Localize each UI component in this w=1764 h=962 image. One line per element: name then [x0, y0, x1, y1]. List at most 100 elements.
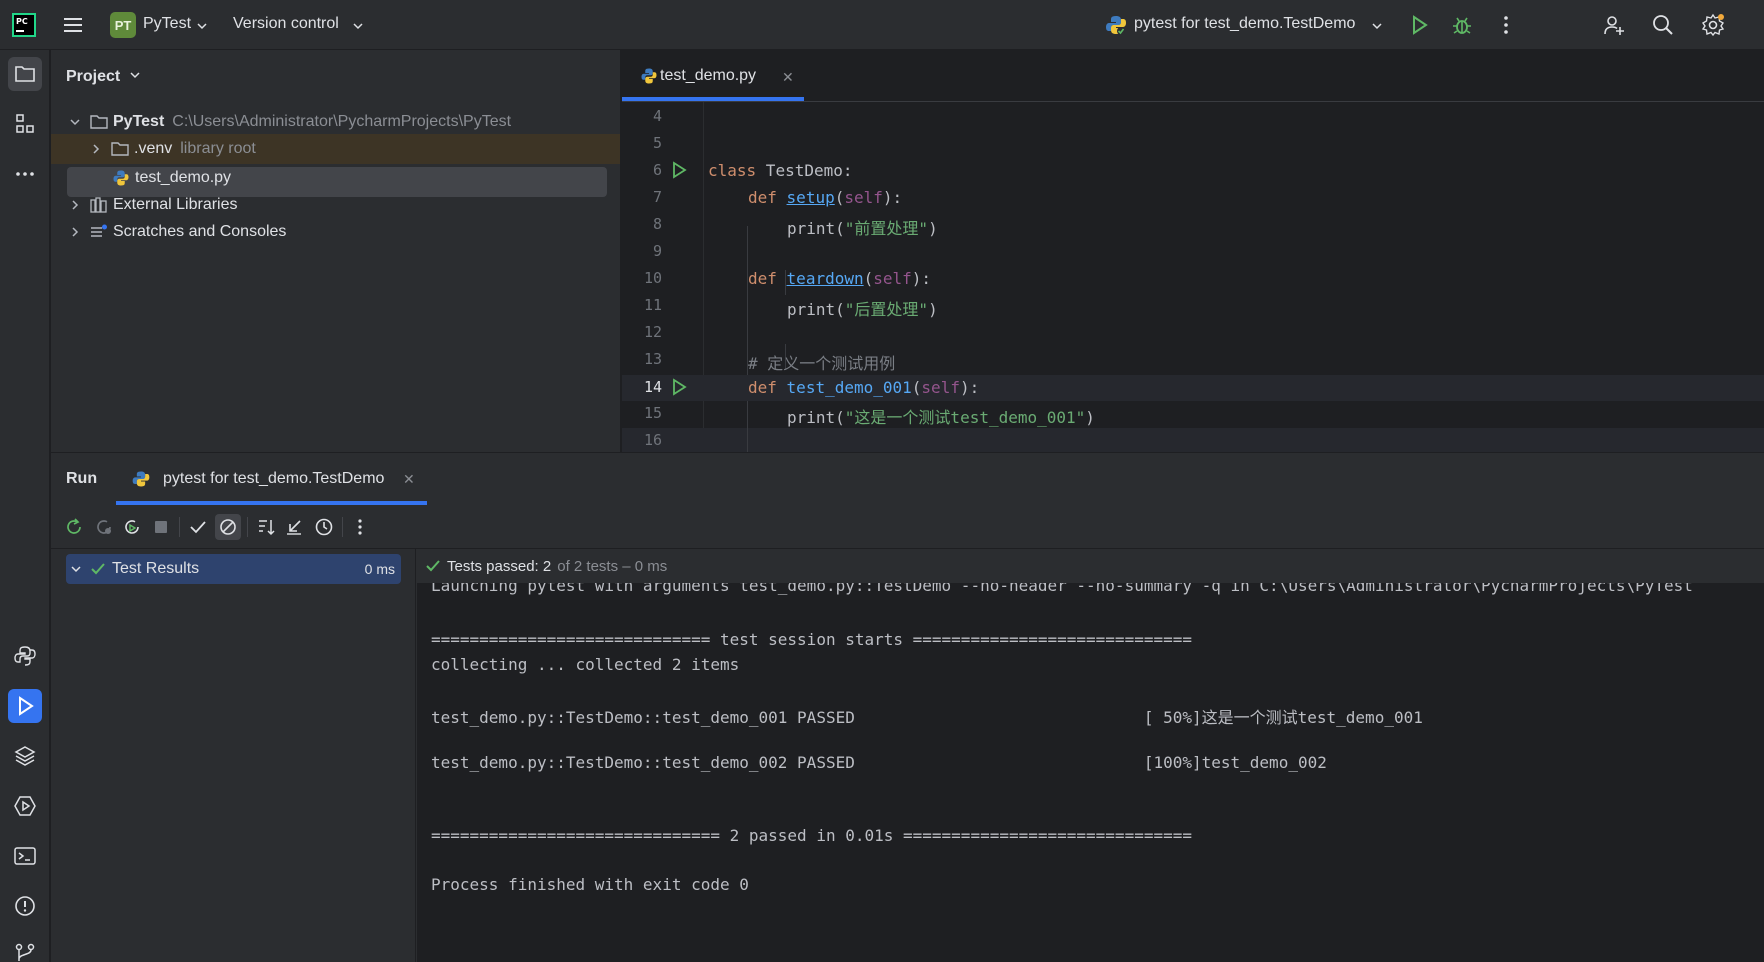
chevron-down-icon[interactable] — [196, 20, 208, 32]
run-console[interactable]: Tests passed: 2 of 2 tests – 0 ms Launch… — [417, 549, 1764, 962]
test-results-root[interactable]: Test Results 0 ms — [66, 554, 401, 584]
folder-icon — [110, 139, 130, 159]
chevron-down-icon[interactable] — [352, 20, 364, 32]
code-line[interactable]: 7 def setup(self): — [622, 188, 1764, 216]
problems-tool-button[interactable] — [8, 889, 42, 923]
more-tools-button[interactable] — [8, 157, 42, 191]
line-number: 11 — [643, 296, 662, 314]
search-icon[interactable] — [1651, 13, 1675, 37]
string-literal: "后置处理" — [844, 300, 929, 319]
chevron-down-icon[interactable] — [1371, 20, 1383, 32]
pycharm-logo-icon[interactable]: PC — [12, 13, 36, 37]
code-line[interactable]: 5 — [622, 134, 1764, 162]
run-icon — [19, 696, 34, 716]
rerun-failed-button[interactable] — [91, 514, 117, 540]
more-options-button[interactable] — [347, 514, 373, 540]
svg-text:PC: PC — [16, 17, 28, 26]
editor-tab-test-demo-py[interactable]: test_demo.py — [636, 50, 806, 102]
debug-icon[interactable] — [1450, 13, 1474, 37]
python-packages-tool-button[interactable] — [8, 739, 42, 773]
console-line: ============================= test sessi… — [431, 630, 1192, 649]
layers-icon — [14, 746, 36, 766]
code-text: def teardown(self): — [748, 269, 932, 288]
call: print( — [787, 219, 845, 238]
stop-button[interactable] — [148, 514, 174, 540]
code-line[interactable]: 4 — [622, 107, 1764, 135]
run-test-gutter-icon[interactable] — [670, 161, 688, 179]
code-line[interactable]: 12 — [622, 323, 1764, 351]
ignored-icon — [220, 519, 236, 535]
tree-item-test-demo-py[interactable]: test_demo.py — [51, 163, 620, 193]
code-line-current[interactable]: 14 def test_demo_001(self): — [622, 375, 1764, 401]
run-test-gutter-icon[interactable] — [670, 378, 688, 396]
code-line[interactable]: 9 — [622, 242, 1764, 270]
code-line[interactable]: 8 print("前置处理") — [622, 215, 1764, 243]
chevron-down-icon[interactable] — [69, 116, 81, 128]
project-badge[interactable]: PT — [110, 12, 136, 38]
terminal-tool-button[interactable] — [8, 839, 42, 873]
chevron-right-icon[interactable] — [90, 143, 102, 155]
code-line[interactable]: 11 print("后置处理") — [622, 296, 1764, 324]
python-console-icon — [14, 646, 36, 666]
test-passed-icon — [91, 563, 105, 575]
code-text: print("后置处理") — [787, 296, 938, 320]
run-configuration-selector[interactable]: pytest for test_demo.TestDemo — [1134, 15, 1355, 33]
history-button[interactable] — [311, 514, 337, 540]
close-tab-icon[interactable]: ✕ — [403, 471, 415, 488]
console-line: ============================== 2 passed … — [431, 826, 1192, 845]
test-results-label: Test Results — [112, 560, 200, 577]
chevron-right-icon[interactable] — [69, 226, 81, 238]
code-line[interactable]: 15 print("这是一个测试test_demo_001") — [622, 404, 1764, 432]
version-control-menu[interactable]: Version control — [233, 15, 339, 33]
paren: ) — [928, 219, 938, 238]
toggle-auto-test-button[interactable] — [119, 514, 145, 540]
run-tab-label: pytest for test_demo.TestDemo — [163, 470, 385, 487]
console-line: test_demo.py::TestDemo::test_demo_001 PA… — [431, 708, 1423, 727]
project-switcher[interactable]: PyTest — [143, 15, 191, 33]
tree-item-scratches[interactable]: Scratches and Consoles — [51, 217, 620, 247]
close-tab-icon[interactable]: ✕ — [782, 69, 794, 86]
project-panel-title[interactable]: Project — [66, 68, 141, 86]
structure-tool-button[interactable] — [8, 107, 42, 141]
keyword: def — [748, 269, 777, 288]
services-tool-button[interactable] — [8, 789, 42, 823]
tree-item-external-libraries[interactable]: External Libraries — [51, 190, 620, 220]
keyword: def — [748, 188, 777, 207]
more-options-icon[interactable] — [1494, 13, 1518, 37]
active-tab-indicator — [622, 97, 804, 101]
call: print( — [787, 408, 845, 427]
string-literal: "这是一个测试test_demo_001" — [844, 408, 1086, 427]
code-line[interactable]: 16 — [622, 431, 1764, 452]
run-tool-button[interactable] — [8, 689, 42, 723]
run-tab-pytest[interactable]: pytest for test_demo.TestDemo — [131, 453, 384, 505]
problems-icon — [15, 896, 35, 916]
settings-gear-icon[interactable] — [1701, 13, 1725, 37]
class-name: TestDemo: — [756, 161, 853, 180]
code-line[interactable]: 10 def teardown(self): — [622, 269, 1764, 297]
show-ignored-button[interactable] — [215, 514, 241, 540]
add-user-icon[interactable] — [1602, 13, 1626, 37]
code-line[interactable]: 6 class TestDemo: — [622, 161, 1764, 189]
git-tool-button[interactable] — [8, 936, 42, 962]
show-passed-button[interactable] — [185, 514, 211, 540]
project-tool-button[interactable] — [8, 57, 42, 91]
rerun-button[interactable] — [61, 514, 87, 540]
code-line[interactable]: 13 # 定义一个测试用例 — [622, 350, 1764, 378]
chevron-right-icon[interactable] — [69, 199, 81, 211]
tree-root-name: PyTest — [113, 113, 165, 130]
chevron-down-icon[interactable] — [129, 69, 141, 81]
import-tests-button[interactable] — [281, 514, 307, 540]
line-number: 16 — [643, 431, 662, 449]
sort-button[interactable] — [253, 514, 279, 540]
run-icon[interactable] — [1407, 13, 1431, 37]
python-console-tool-button[interactable] — [8, 639, 42, 673]
code-text: def setup(self): — [748, 188, 903, 207]
line-number: 14 — [643, 378, 662, 396]
chevron-down-icon[interactable] — [70, 563, 82, 575]
main-menu-icon[interactable] — [62, 14, 84, 36]
tree-item-venv[interactable]: .venv library root — [51, 134, 620, 164]
folder-icon — [15, 66, 35, 82]
tree-item-pytest-root[interactable]: PyTest C:\Users\Administrator\PycharmPro… — [51, 107, 620, 137]
tree-file-name: test_demo.py — [135, 169, 232, 186]
rerun-failed-icon — [97, 520, 111, 534]
